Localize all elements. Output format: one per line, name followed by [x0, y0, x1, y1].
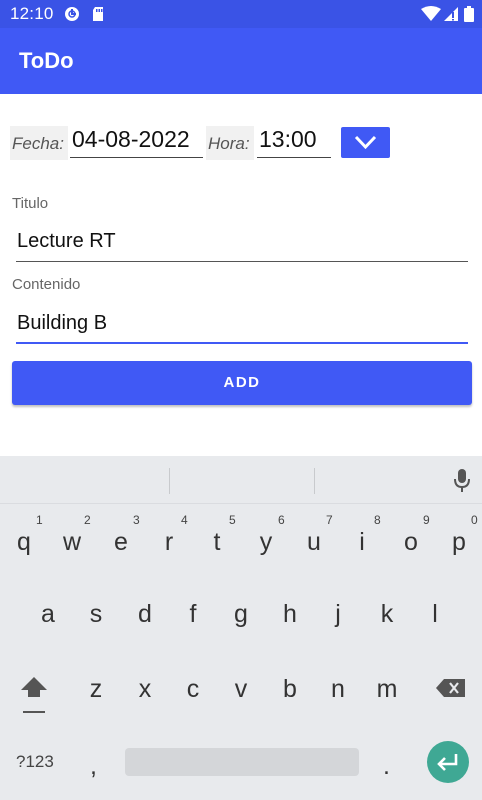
- sd-card-icon: [91, 6, 107, 22]
- signal-icon: [443, 6, 459, 22]
- titulo-field[interactable]: Lecture RT: [16, 226, 468, 262]
- key-b[interactable]: b: [270, 665, 310, 713]
- key-hint: 0: [471, 513, 478, 527]
- wifi-icon: [421, 6, 441, 22]
- key-f[interactable]: f: [173, 590, 213, 638]
- add-button[interactable]: ADD: [12, 361, 472, 405]
- app-title: ToDo: [19, 48, 74, 73]
- key-a[interactable]: a: [28, 590, 68, 638]
- key-j[interactable]: j: [318, 590, 358, 638]
- data-saver-icon: [64, 6, 80, 22]
- soft-keyboard: q w e r t y u i o p 1 2 3 4 5 6 7 8 9 0 …: [0, 456, 482, 800]
- enter-icon: [437, 754, 458, 771]
- battery-icon: [464, 6, 474, 22]
- contenido-field[interactable]: Building B: [16, 308, 468, 344]
- backspace-icon[interactable]: [436, 678, 466, 698]
- enter-key[interactable]: [427, 741, 469, 783]
- key-m[interactable]: m: [367, 665, 407, 713]
- suggestion-divider: [169, 468, 170, 494]
- mic-icon[interactable]: [452, 468, 472, 494]
- chevron-down-icon: [354, 135, 377, 150]
- hora-field[interactable]: 13:00: [257, 124, 331, 158]
- key-hint: 6: [278, 513, 285, 527]
- key-hint: 1: [36, 513, 43, 527]
- key-s[interactable]: s: [76, 590, 116, 638]
- shift-icon[interactable]: [19, 675, 49, 715]
- key-g[interactable]: g: [221, 590, 261, 638]
- key-c[interactable]: c: [173, 665, 213, 713]
- key-hint: 9: [423, 513, 430, 527]
- key-hint: 4: [181, 513, 188, 527]
- time-dropdown-button[interactable]: [341, 127, 390, 158]
- fecha-field[interactable]: 04-08-2022: [70, 124, 203, 158]
- app-bar: ToDo: [0, 28, 482, 94]
- key-d[interactable]: d: [125, 590, 165, 638]
- contenido-label: Contenido: [12, 276, 81, 293]
- titulo-value: Lecture RT: [17, 230, 116, 252]
- key-hint: 5: [229, 513, 236, 527]
- period-key[interactable]: .: [383, 752, 390, 781]
- key-x[interactable]: x: [125, 665, 165, 713]
- fecha-value: 04-08-2022: [72, 126, 190, 152]
- key-l[interactable]: l: [415, 590, 455, 638]
- key-hint: 8: [374, 513, 381, 527]
- status-bar: 12:10: [0, 0, 482, 28]
- titulo-label: Titulo: [12, 195, 49, 212]
- contenido-value: Building B: [17, 312, 108, 334]
- fecha-label: Fecha:: [10, 126, 68, 160]
- status-time: 12:10: [10, 4, 54, 23]
- comma-key[interactable]: ,: [90, 752, 97, 781]
- suggestion-divider: [314, 468, 315, 494]
- hora-label: Hora:: [206, 126, 254, 160]
- suggestion-strip[interactable]: [0, 456, 482, 504]
- key-hint: 7: [326, 513, 333, 527]
- key-v[interactable]: v: [221, 665, 261, 713]
- key-k[interactable]: k: [367, 590, 407, 638]
- key-h[interactable]: h: [270, 590, 310, 638]
- key-n[interactable]: n: [318, 665, 358, 713]
- hora-value: 13:00: [259, 126, 317, 152]
- key-hint: 3: [133, 513, 140, 527]
- key-hint: 2: [84, 513, 91, 527]
- spacebar[interactable]: [125, 748, 359, 776]
- symbols-key[interactable]: ?123: [16, 752, 54, 772]
- key-z[interactable]: z: [76, 665, 116, 713]
